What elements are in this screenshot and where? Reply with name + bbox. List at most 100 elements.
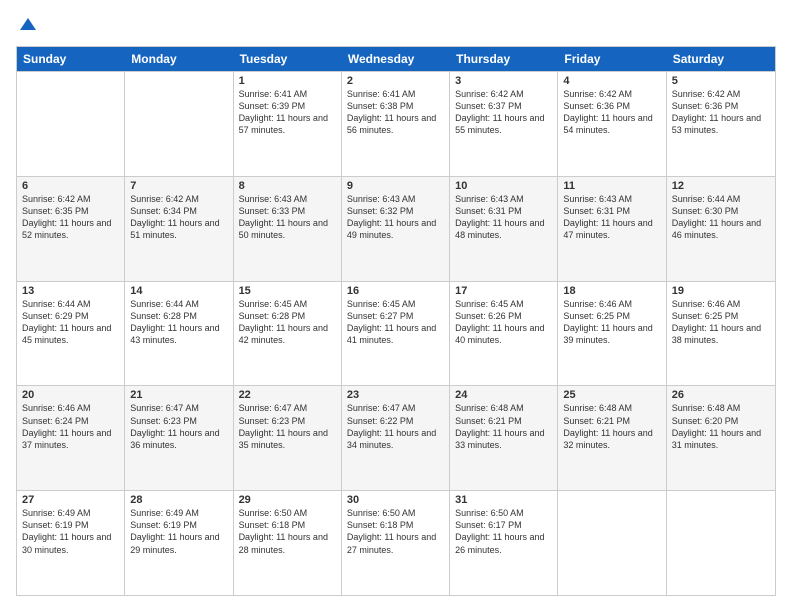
day-info: Sunrise: 6:43 AM Sunset: 6:31 PM Dayligh… [455,193,552,242]
day-info: Sunrise: 6:46 AM Sunset: 6:24 PM Dayligh… [22,402,119,451]
day-number: 4 [563,75,660,87]
calendar-cell: 23Sunrise: 6:47 AM Sunset: 6:22 PM Dayli… [342,386,450,490]
day-number: 15 [239,285,336,297]
day-info: Sunrise: 6:48 AM Sunset: 6:21 PM Dayligh… [455,402,552,451]
day-info: Sunrise: 6:42 AM Sunset: 6:36 PM Dayligh… [672,88,770,137]
day-number: 18 [563,285,660,297]
calendar-cell: 7Sunrise: 6:42 AM Sunset: 6:34 PM Daylig… [125,177,233,281]
day-info: Sunrise: 6:42 AM Sunset: 6:37 PM Dayligh… [455,88,552,137]
day-number: 24 [455,389,552,401]
weekday-header: Tuesday [234,47,342,71]
day-info: Sunrise: 6:45 AM Sunset: 6:26 PM Dayligh… [455,298,552,347]
calendar-cell: 21Sunrise: 6:47 AM Sunset: 6:23 PM Dayli… [125,386,233,490]
calendar: SundayMondayTuesdayWednesdayThursdayFrid… [16,46,776,596]
calendar-cell [17,72,125,176]
day-number: 16 [347,285,444,297]
calendar-cell: 5Sunrise: 6:42 AM Sunset: 6:36 PM Daylig… [667,72,775,176]
calendar-cell: 13Sunrise: 6:44 AM Sunset: 6:29 PM Dayli… [17,282,125,386]
day-info: Sunrise: 6:46 AM Sunset: 6:25 PM Dayligh… [563,298,660,347]
calendar-cell: 29Sunrise: 6:50 AM Sunset: 6:18 PM Dayli… [234,491,342,595]
calendar-cell: 10Sunrise: 6:43 AM Sunset: 6:31 PM Dayli… [450,177,558,281]
day-info: Sunrise: 6:43 AM Sunset: 6:33 PM Dayligh… [239,193,336,242]
day-info: Sunrise: 6:49 AM Sunset: 6:19 PM Dayligh… [130,507,227,556]
day-info: Sunrise: 6:42 AM Sunset: 6:35 PM Dayligh… [22,193,119,242]
calendar-cell: 9Sunrise: 6:43 AM Sunset: 6:32 PM Daylig… [342,177,450,281]
day-number: 13 [22,285,119,297]
day-number: 28 [130,494,227,506]
day-info: Sunrise: 6:42 AM Sunset: 6:34 PM Dayligh… [130,193,227,242]
day-info: Sunrise: 6:50 AM Sunset: 6:17 PM Dayligh… [455,507,552,556]
day-info: Sunrise: 6:44 AM Sunset: 6:29 PM Dayligh… [22,298,119,347]
day-info: Sunrise: 6:44 AM Sunset: 6:30 PM Dayligh… [672,193,770,242]
calendar-cell: 12Sunrise: 6:44 AM Sunset: 6:30 PM Dayli… [667,177,775,281]
calendar-row: 1Sunrise: 6:41 AM Sunset: 6:39 PM Daylig… [17,71,775,176]
calendar-cell [667,491,775,595]
day-info: Sunrise: 6:42 AM Sunset: 6:36 PM Dayligh… [563,88,660,137]
day-number: 5 [672,75,770,87]
day-number: 22 [239,389,336,401]
day-number: 21 [130,389,227,401]
calendar-cell: 1Sunrise: 6:41 AM Sunset: 6:39 PM Daylig… [234,72,342,176]
weekday-header: Thursday [450,47,558,71]
calendar-cell: 15Sunrise: 6:45 AM Sunset: 6:28 PM Dayli… [234,282,342,386]
calendar-row: 20Sunrise: 6:46 AM Sunset: 6:24 PM Dayli… [17,385,775,490]
calendar-cell: 6Sunrise: 6:42 AM Sunset: 6:35 PM Daylig… [17,177,125,281]
day-number: 9 [347,180,444,192]
logo [16,16,38,36]
day-info: Sunrise: 6:45 AM Sunset: 6:28 PM Dayligh… [239,298,336,347]
calendar-cell: 30Sunrise: 6:50 AM Sunset: 6:18 PM Dayli… [342,491,450,595]
calendar-row: 27 Sunrise: 6:49 AM Sunset: 6:19 PM Dayli… [17,490,775,595]
day-number: 14 [130,285,227,297]
day-info: Sunrise: 6:47 AM Sunset: 6:23 PM Dayligh… [130,402,227,451]
calendar-cell: 24Sunrise: 6:48 AM Sunset: 6:21 PM Dayli… [450,386,558,490]
day-number: 3 [455,75,552,87]
calendar-cell: 31Sunrise: 6:50 AM Sunset: 6:17 PM Dayli… [450,491,558,595]
calendar-cell: 17Sunrise: 6:45 AM Sunset: 6:26 PM Dayli… [450,282,558,386]
day-number: 27 [22,494,119,506]
day-number: 23 [347,389,444,401]
day-number: 10 [455,180,552,192]
weekday-header: Saturday [667,47,775,71]
day-number: 12 [672,180,770,192]
day-number: 17 [455,285,552,297]
page: SundayMondayTuesdayWednesdayThursdayFrid… [0,0,792,612]
day-number: 2 [347,75,444,87]
calendar-row: 6Sunrise: 6:42 AM Sunset: 6:35 PM Daylig… [17,176,775,281]
day-info: Sunrise: 6:46 AM Sunset: 6:25 PM Dayligh… [672,298,770,347]
day-info: Sunrise: 6:48 AM Sunset: 6:21 PM Dayligh… [563,402,660,451]
calendar-cell: 22Sunrise: 6:47 AM Sunset: 6:23 PM Dayli… [234,386,342,490]
day-number: 1 [239,75,336,87]
calendar-cell: 3Sunrise: 6:42 AM Sunset: 6:37 PM Daylig… [450,72,558,176]
day-info: Sunrise: 6:47 AM Sunset: 6:22 PM Dayligh… [347,402,444,451]
calendar-cell: 2Sunrise: 6:41 AM Sunset: 6:38 PM Daylig… [342,72,450,176]
day-number: 19 [672,285,770,297]
day-info: Sunrise: 6:50 AM Sunset: 6:18 PM Dayligh… [239,507,336,556]
day-info: Sunrise: 6:48 AM Sunset: 6:20 PM Dayligh… [672,402,770,451]
day-info: Sunrise: 6:41 AM Sunset: 6:39 PM Dayligh… [239,88,336,137]
calendar-cell: 18Sunrise: 6:46 AM Sunset: 6:25 PM Dayli… [558,282,666,386]
day-number: 26 [672,389,770,401]
day-number: 25 [563,389,660,401]
logo-text [16,16,38,36]
calendar-cell: 25Sunrise: 6:48 AM Sunset: 6:21 PM Dayli… [558,386,666,490]
day-info: Sunrise: 6:50 AM Sunset: 6:18 PM Dayligh… [347,507,444,556]
weekday-header: Monday [125,47,233,71]
weekday-header: Wednesday [342,47,450,71]
day-info: Sunrise: 6:43 AM Sunset: 6:32 PM Dayligh… [347,193,444,242]
calendar-cell: 8Sunrise: 6:43 AM Sunset: 6:33 PM Daylig… [234,177,342,281]
header [16,16,776,36]
calendar-cell: 4Sunrise: 6:42 AM Sunset: 6:36 PM Daylig… [558,72,666,176]
day-info: Sunrise: 6:41 AM Sunset: 6:38 PM Dayligh… [347,88,444,137]
day-number: 29 [239,494,336,506]
day-info: Sunrise: 6:47 AM Sunset: 6:23 PM Dayligh… [239,402,336,451]
calendar-cell: 27Sunrise: 6:49 AM Sunset: 6:19 PM Dayli… [17,491,125,595]
day-info: Sunrise: 6:45 AM Sunset: 6:27 PM Dayligh… [347,298,444,347]
logo-icon [18,16,38,36]
day-number: 20 [22,389,119,401]
calendar-row: 13Sunrise: 6:44 AM Sunset: 6:29 PM Dayli… [17,281,775,386]
calendar-cell: 19Sunrise: 6:46 AM Sunset: 6:25 PM Dayli… [667,282,775,386]
calendar-cell: 20Sunrise: 6:46 AM Sunset: 6:24 PM Dayli… [17,386,125,490]
day-number: 7 [130,180,227,192]
day-info: Sunrise: 6:43 AM Sunset: 6:31 PM Dayligh… [563,193,660,242]
day-number: 31 [455,494,552,506]
